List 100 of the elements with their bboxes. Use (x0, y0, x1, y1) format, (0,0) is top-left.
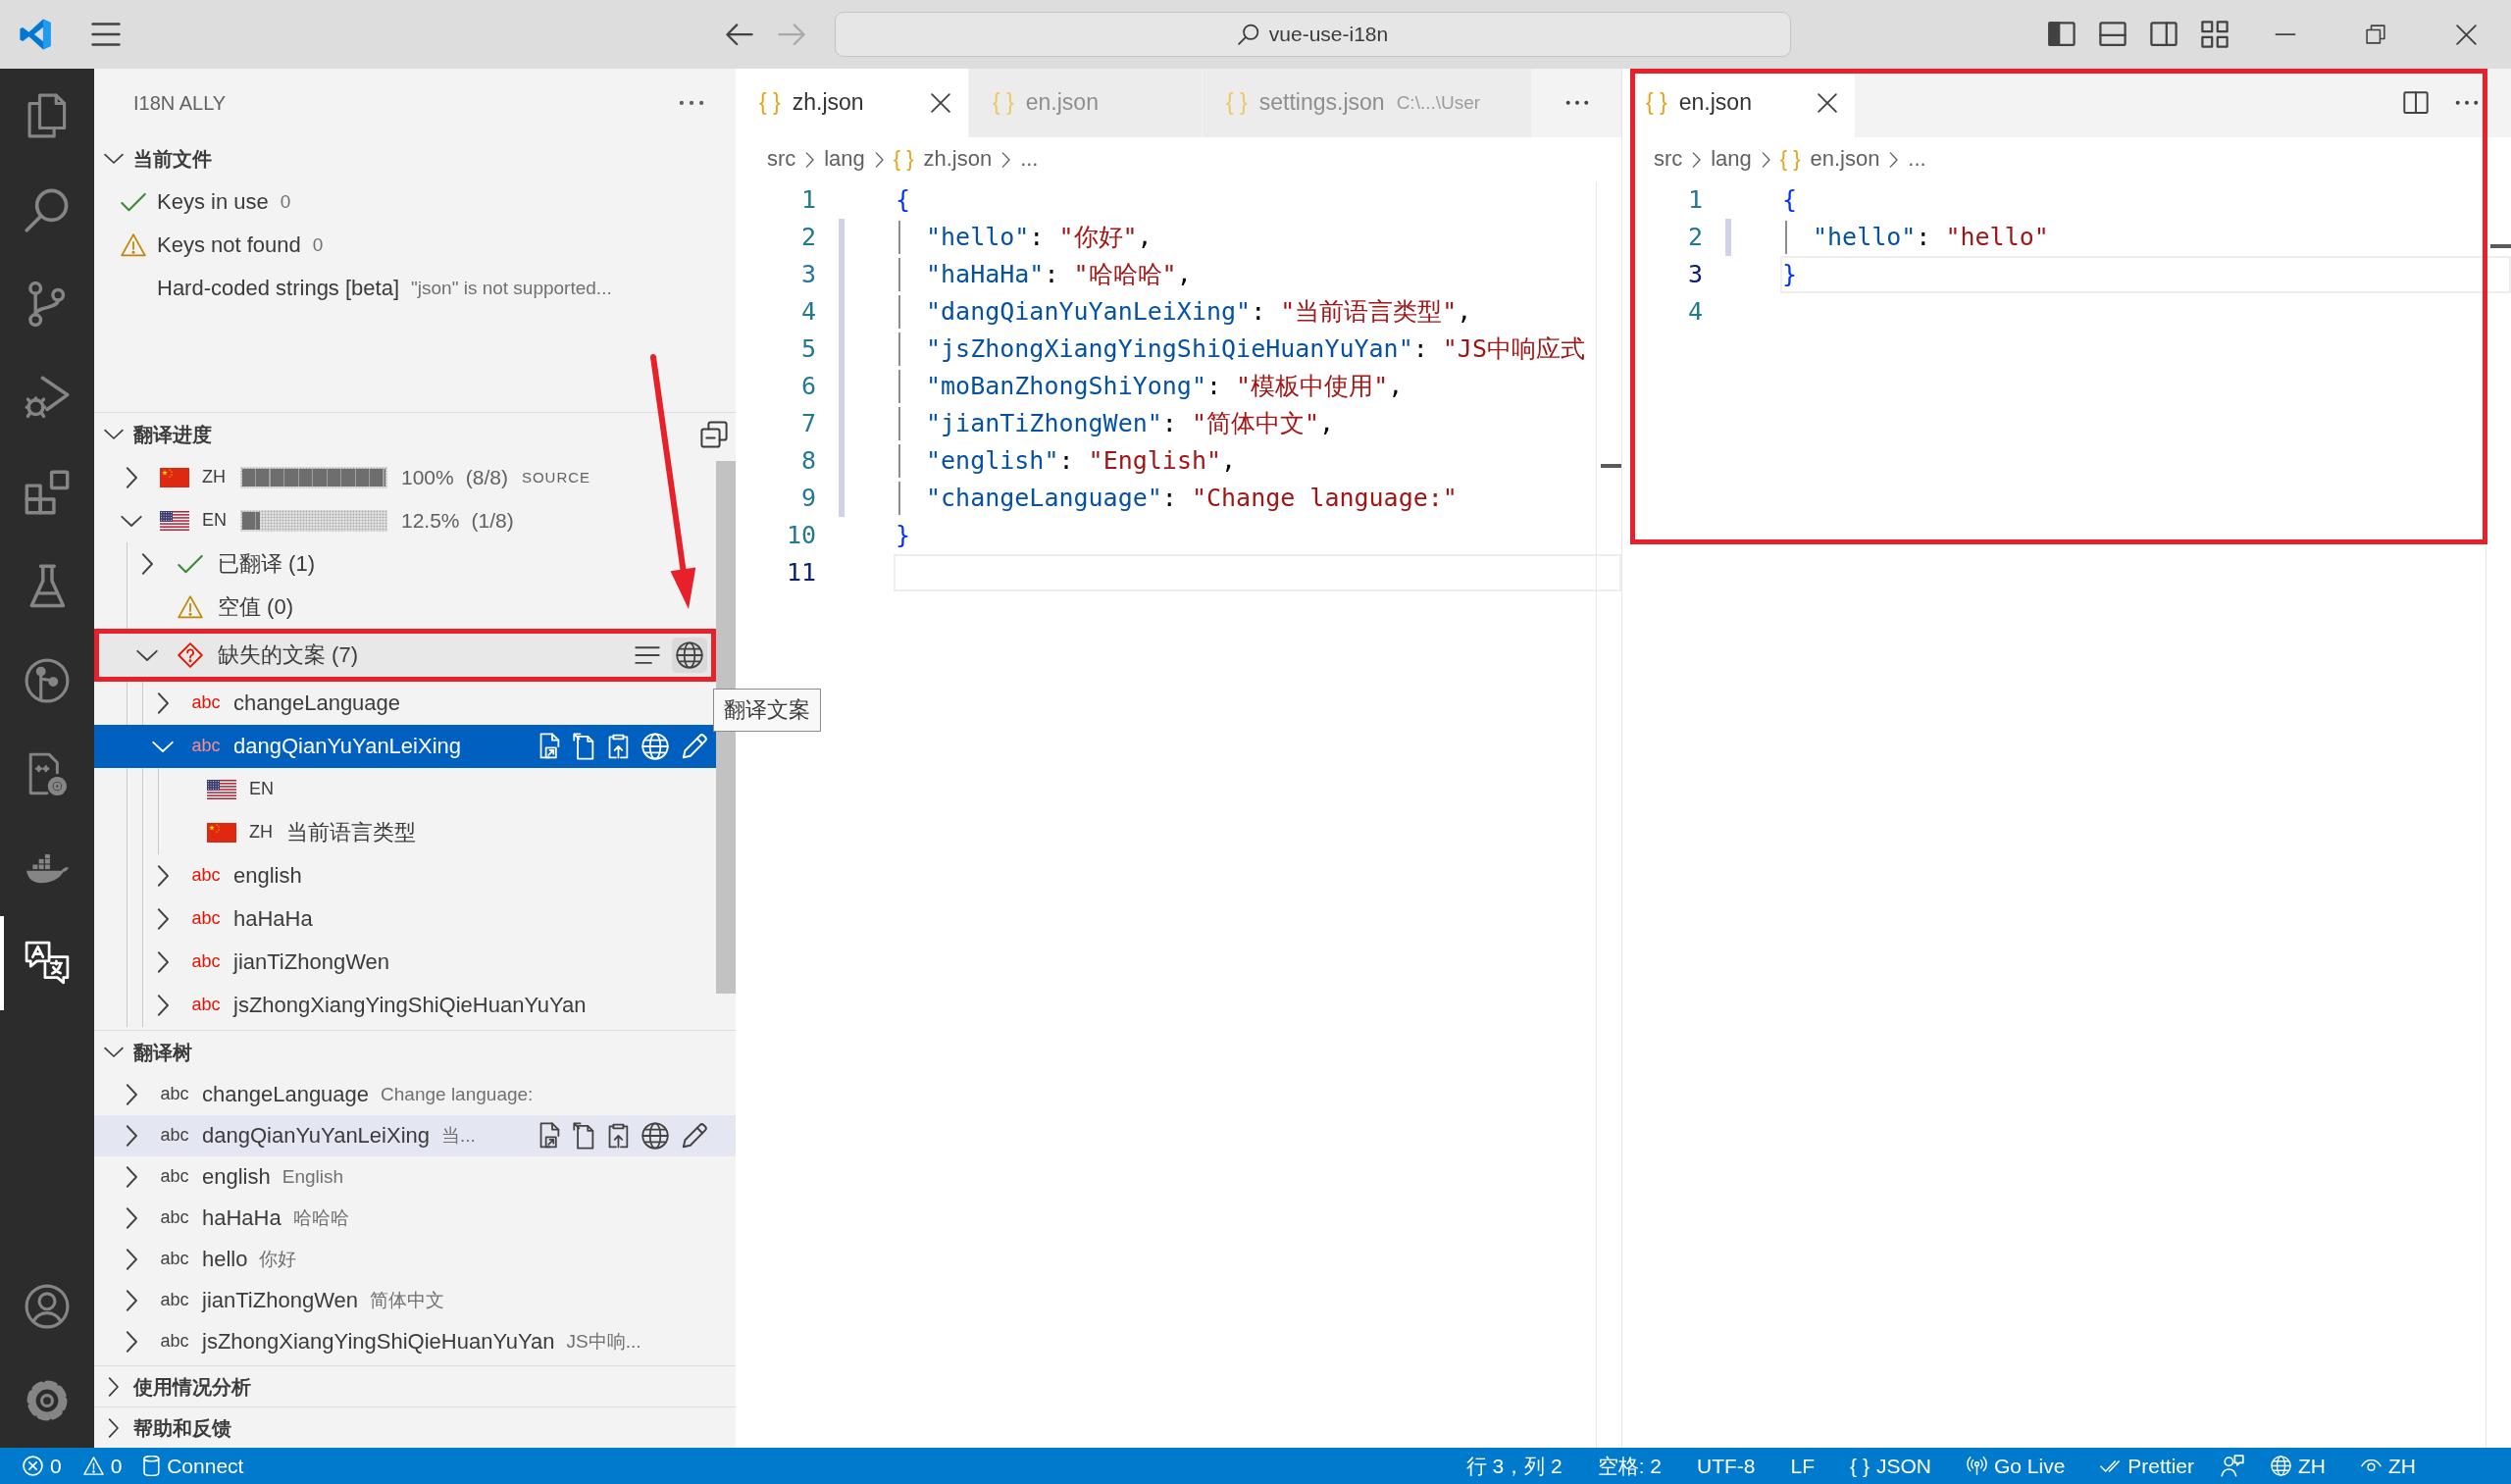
chevron-right-icon[interactable] (125, 1084, 138, 1105)
tree-row[interactable]: ZH 100% (8/8) SOURCE (94, 456, 619, 499)
open-file-icon[interactable] (538, 1122, 562, 1150)
open-file-icon[interactable] (538, 733, 562, 760)
breadcrumb-item[interactable]: lang (1711, 145, 1752, 174)
breadcrumb-item[interactable]: src (1654, 145, 1683, 174)
tree-row[interactable]: abc jianTiZhongWen (94, 941, 417, 984)
globe-button-icon[interactable] (672, 638, 707, 673)
more-icon[interactable] (679, 100, 704, 106)
status-item[interactable]: UTF-8 (1688, 1448, 1765, 1484)
chevron-right-icon[interactable] (156, 865, 170, 887)
status-item[interactable]: ZH (2262, 1448, 2334, 1484)
chevron-right-icon[interactable] (140, 553, 154, 575)
tree-row[interactable]: abc changeLanguage Change language: (94, 1074, 561, 1115)
tree-row[interactable]: abc dangQianYuYanLeiXing (94, 725, 716, 768)
chevron-right-icon (1001, 151, 1011, 168)
tree-row[interactable]: 空值 (0) (94, 586, 321, 629)
status-item[interactable]: Go Live (1957, 1448, 2075, 1484)
tree-row[interactable]: abc jianTiZhongWen 简体中文 (94, 1280, 472, 1321)
tree-row[interactable]: abc english (94, 854, 330, 897)
customize-layout-icon[interactable] (2201, 21, 2229, 48)
chevron-right-icon[interactable] (156, 908, 170, 930)
split-editor-icon[interactable] (2403, 91, 2429, 115)
chevron-right-icon[interactable] (125, 1331, 138, 1353)
chevron-right-icon[interactable] (156, 692, 170, 714)
list-icon[interactable] (635, 645, 660, 665)
status-item[interactable]: { } JSON (1841, 1448, 1940, 1484)
more-icon[interactable] (1565, 100, 1589, 106)
status-item[interactable]: Prettier (2091, 1448, 2203, 1484)
minimize-icon[interactable] (2275, 32, 2296, 36)
document-arrow-icon[interactable] (573, 1122, 596, 1150)
tree-row[interactable]: abc jsZhongXiangYingShiQieHuanYuYan JS中响... (94, 1321, 669, 1362)
chevron-right-icon[interactable] (125, 1125, 138, 1147)
more-icon[interactable] (2455, 100, 2479, 106)
restore-icon[interactable] (2366, 25, 2385, 44)
chevron-down-icon[interactable] (104, 429, 124, 440)
chevron-down-icon[interactable] (121, 514, 142, 528)
section-title[interactable]: 使用情况分析 (133, 1373, 251, 1400)
breadcrumb-item[interactable]: zh.json (923, 145, 993, 174)
chevron-right-icon[interactable] (125, 467, 138, 488)
section-title[interactable]: 翻译树 (133, 1040, 192, 1065)
check-icon (121, 191, 146, 213)
breadcrumb-item[interactable]: lang (824, 145, 865, 174)
chevron-right-icon[interactable] (125, 1166, 138, 1188)
status-item[interactable]: LF (1781, 1448, 1824, 1484)
pencil-icon[interactable] (681, 1122, 708, 1150)
chevron-down-icon[interactable] (104, 1047, 124, 1058)
command-center-search[interactable]: vue-use-i18n (835, 12, 1791, 57)
breadcrumb-item[interactable]: ... (1020, 145, 1039, 174)
globe-icon[interactable] (641, 1122, 669, 1150)
clipboard-arrow-icon[interactable] (607, 733, 630, 760)
status-item[interactable]: 0 (74, 1448, 131, 1484)
chevron-right-icon[interactable] (125, 1207, 138, 1229)
section-title[interactable]: 当前文件 (133, 146, 212, 172)
close-icon[interactable] (1818, 93, 1837, 113)
status-item[interactable]: 0 (14, 1448, 71, 1484)
chevron-right-icon[interactable] (125, 1249, 138, 1270)
breadcrumb-item[interactable]: en.json (1810, 145, 1880, 174)
breadcrumb-item[interactable]: src (767, 145, 796, 174)
status-item[interactable]: 空格: 2 (1588, 1448, 1671, 1484)
chevron-right-icon (1889, 151, 1899, 168)
tree-row[interactable]: ZH 当前语言类型 (94, 811, 443, 854)
breadcrumb-item[interactable]: ... (1908, 145, 1926, 174)
toggle-sidebar-icon[interactable] (2048, 22, 2075, 47)
tree-row[interactable]: abc hello 你好 (94, 1239, 325, 1280)
toggle-panel-icon[interactable] (2099, 22, 2127, 47)
tree-row[interactable]: 已翻译 (1) (94, 542, 342, 586)
section-title[interactable]: 帮助和反馈 (133, 1414, 231, 1441)
tree-row[interactable]: EN 12.5% (1/8) (94, 499, 541, 542)
status-item[interactable]: ZH (2352, 1448, 2425, 1484)
tree-row[interactable]: abc english English (94, 1156, 372, 1198)
tree-row[interactable]: abc haHaHa (94, 897, 340, 941)
us-flag-icon (160, 511, 189, 531)
tree-row[interactable]: EN (94, 768, 302, 811)
chevron-right-icon[interactable] (108, 1376, 120, 1397)
status-item[interactable]: Connect (134, 1448, 253, 1484)
tree-row[interactable]: abc jsZhongXiangYingShiQieHuanYuYan (94, 984, 614, 1027)
tree-row[interactable]: abc haHaHa 哈哈哈 (94, 1198, 377, 1239)
chevron-right-icon[interactable] (156, 951, 170, 973)
translation-text: 你好 (259, 1247, 297, 1271)
chevron-down-icon[interactable] (136, 648, 158, 662)
chevron-right-icon[interactable] (156, 995, 170, 1016)
status-item[interactable]: 行 3，列 2 (1457, 1448, 1571, 1484)
chevron-down-icon[interactable] (104, 153, 124, 165)
clipboard-arrow-icon[interactable] (607, 1122, 630, 1150)
close-icon[interactable] (2455, 24, 2477, 45)
chevron-right-icon[interactable] (108, 1417, 120, 1438)
close-icon[interactable] (931, 93, 950, 113)
line-number: 7 (799, 408, 817, 439)
document-arrow-icon[interactable] (573, 733, 596, 760)
back-arrow-icon[interactable] (726, 23, 753, 46)
collapse-all-icon[interactable] (700, 421, 728, 448)
chevron-right-icon[interactable] (125, 1290, 138, 1311)
feedback-icon[interactable] (2221, 1454, 2244, 1478)
menu-icon[interactable] (91, 23, 121, 46)
string-type-icon: abc (191, 735, 221, 758)
toggle-secondary-sidebar-icon[interactable] (2150, 22, 2178, 47)
tree-row[interactable]: abc dangQianYuYanLeiXing 当... (94, 1115, 736, 1156)
section-title[interactable]: 翻译进度 (133, 422, 212, 447)
editor-tab[interactable]: { } zh.json (736, 69, 969, 137)
